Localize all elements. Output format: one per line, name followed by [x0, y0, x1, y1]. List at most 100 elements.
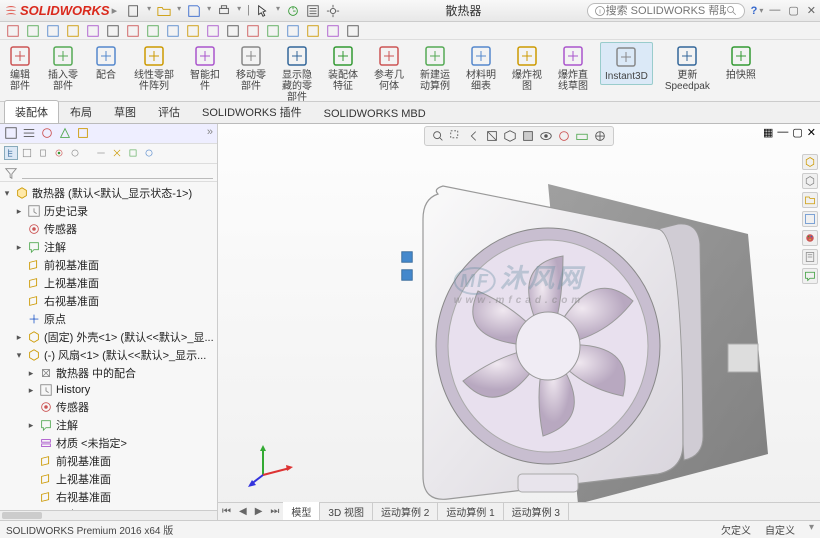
tab-nav-next[interactable]: ▶: [251, 506, 267, 517]
settings-icon[interactable]: [326, 4, 340, 18]
motion-tab[interactable]: 运动算例 2: [373, 502, 438, 520]
swres-icon[interactable]: [802, 154, 818, 170]
tool-icon-8[interactable]: [166, 24, 180, 38]
help-search[interactable]: i: [587, 3, 745, 19]
ribbon-reference-geometry[interactable]: 参考几何体: [370, 42, 408, 94]
tree-node[interactable]: ▸History: [0, 382, 217, 398]
feature-tree[interactable]: ▾散热器 (默认<默认_显示状态-1>)▸历史记录传感器▸注解前视基准面上视基准…: [0, 182, 217, 510]
tool-icon-0[interactable]: [6, 24, 20, 38]
tree-node[interactable]: ▾(-) 风扇<1> (默认<<默认>_显示...: [0, 346, 217, 364]
tool-ic[interactable]: [110, 146, 124, 160]
orientation-triad[interactable]: [248, 440, 298, 490]
tool-icon-7[interactable]: [146, 24, 160, 38]
options-icon[interactable]: [306, 4, 320, 18]
tool-icon-2[interactable]: [46, 24, 60, 38]
tool-icon-15[interactable]: [306, 24, 320, 38]
ribbon-instant3d[interactable]: Instant3D: [600, 42, 653, 85]
tool-icon-11[interactable]: [226, 24, 240, 38]
tool-ic[interactable]: [94, 146, 108, 160]
tool-icon-6[interactable]: [126, 24, 140, 38]
dd[interactable]: ▾: [237, 4, 241, 18]
minimize-icon[interactable]: —: [769, 4, 780, 17]
motion-tab[interactable]: 模型: [283, 502, 320, 520]
feature-tree-tab-icon[interactable]: [4, 146, 18, 160]
motion-tab[interactable]: 运动算例 1: [438, 502, 503, 520]
ribbon-linear-pattern[interactable]: 线性零部件阵列: [130, 42, 178, 94]
config-tab-icon[interactable]: [36, 146, 50, 160]
file-explorer-icon[interactable]: [802, 192, 818, 208]
new-icon[interactable]: [127, 4, 141, 18]
search-input[interactable]: [606, 5, 726, 17]
flyout-tree-icon[interactable]: [400, 268, 414, 282]
tab-nav-last[interactable]: ⏭: [266, 506, 283, 517]
motion-tab[interactable]: 3D 视图: [320, 502, 373, 520]
graphics-viewport[interactable]: ▦ — ▢ ✕: [218, 124, 820, 520]
ribbon-new-motion-study[interactable]: 新建运动算例: [416, 42, 454, 94]
tree-node[interactable]: 右视基准面: [0, 292, 217, 310]
filter-input[interactable]: [22, 166, 213, 179]
restore-icon[interactable]: ▢: [788, 4, 798, 17]
tab-布局[interactable]: 布局: [59, 100, 103, 123]
dd[interactable]: ▾: [207, 4, 211, 18]
dim-tab-icon[interactable]: [52, 146, 66, 160]
tool-icon-1[interactable]: [26, 24, 40, 38]
flyout-tree-icon[interactable]: [400, 250, 414, 264]
tool-ic[interactable]: [142, 146, 156, 160]
tab-评估[interactable]: 评估: [147, 100, 191, 123]
tree-node[interactable]: 右视基准面: [0, 488, 217, 506]
tree-scrollbar-x[interactable]: [0, 510, 217, 520]
tool-icon-5[interactable]: [106, 24, 120, 38]
tab-nav-first[interactable]: ⏮: [218, 506, 235, 517]
dd[interactable]: ▾: [759, 6, 763, 15]
ribbon-edit-component[interactable]: 编辑部件: [4, 42, 36, 94]
ribbon-explode-line[interactable]: 爆炸直线草图: [554, 42, 592, 94]
close-icon[interactable]: ✕: [807, 4, 816, 17]
ribbon-assembly-features[interactable]: 装配体特征: [324, 42, 362, 94]
tree-node[interactable]: 原点: [0, 310, 217, 328]
display-tab-icon[interactable]: [68, 146, 82, 160]
status-custom[interactable]: 自定义: [765, 522, 795, 537]
ribbon-exploded-view[interactable]: 爆炸视图: [508, 42, 546, 94]
dd[interactable]: ▾: [809, 522, 814, 537]
tree-node[interactable]: 上视基准面: [0, 274, 217, 292]
tab-nav-prev[interactable]: ◀: [235, 506, 251, 517]
ribbon-snapshot[interactable]: 拍快照: [722, 42, 760, 83]
view-palette-icon[interactable]: [802, 211, 818, 227]
dd[interactable]: ▾: [177, 4, 181, 18]
ribbon-bom[interactable]: 材料明细表: [462, 42, 500, 94]
help-icon[interactable]: ?: [751, 5, 758, 17]
motion-tab[interactable]: 运动算例 3: [504, 502, 569, 520]
tab-草图[interactable]: 草图: [103, 100, 147, 123]
ribbon-show-hidden[interactable]: 显示隐藏的零部件: [278, 42, 316, 102]
panel-ic[interactable]: [22, 126, 36, 140]
tool-icon-10[interactable]: [206, 24, 220, 38]
tool-icon-4[interactable]: [86, 24, 100, 38]
ribbon-mate[interactable]: 配合: [90, 42, 122, 83]
dd[interactable]: ▾: [276, 4, 280, 18]
tree-node[interactable]: ▸注解: [0, 416, 217, 434]
rebuild-icon[interactable]: [286, 4, 300, 18]
tree-node[interactable]: 传感器: [0, 398, 217, 416]
tree-node[interactable]: ▸历史记录: [0, 202, 217, 220]
tab-SOLIDWORKS MBD[interactable]: SOLIDWORKS MBD: [313, 104, 437, 123]
tree-node[interactable]: 上视基准面: [0, 470, 217, 488]
design-lib-icon[interactable]: [802, 173, 818, 189]
tree-root[interactable]: ▾散热器 (默认<默认_显示状态-1>): [0, 184, 217, 202]
tree-node[interactable]: ▸散热器 中的配合: [0, 364, 217, 382]
tool-icon-17[interactable]: [346, 24, 360, 38]
ribbon-insert-component[interactable]: 插入零部件: [44, 42, 82, 94]
panel-ic[interactable]: [76, 126, 90, 140]
vp-close-icon[interactable]: ✕: [807, 126, 816, 139]
search-icon[interactable]: [726, 5, 738, 17]
tree-node[interactable]: 材质 <未指定>: [0, 434, 217, 452]
custom-props-icon[interactable]: [802, 249, 818, 265]
tool-icon-12[interactable]: [246, 24, 260, 38]
panel-ic[interactable]: [58, 126, 72, 140]
panel-ic[interactable]: [4, 126, 18, 140]
appearances-icon[interactable]: [802, 230, 818, 246]
property-tab-icon[interactable]: [20, 146, 34, 160]
filter-icon[interactable]: [4, 166, 18, 180]
tool-icon-3[interactable]: [66, 24, 80, 38]
forum-icon[interactable]: [802, 268, 818, 284]
select-icon[interactable]: [256, 4, 270, 18]
